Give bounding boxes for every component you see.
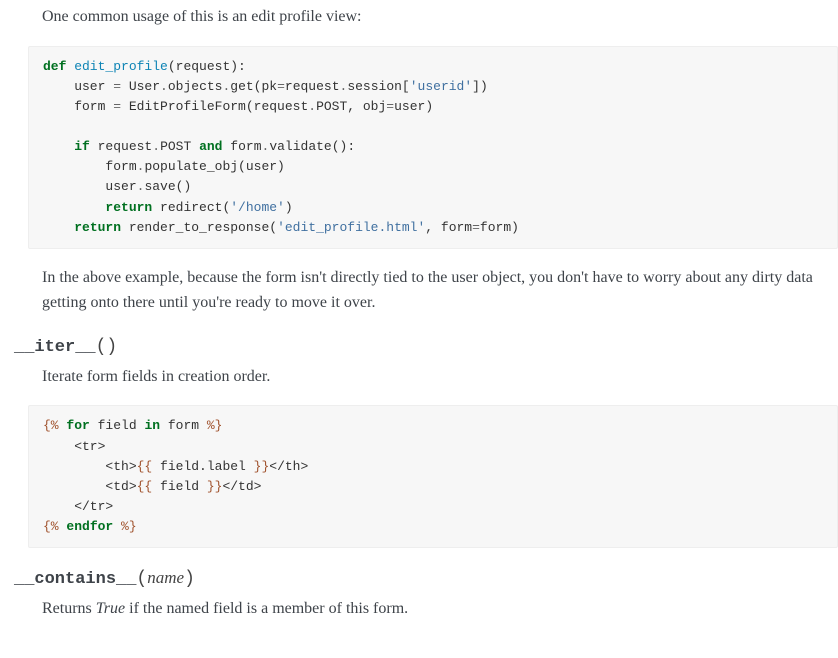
code-text: <th> [43, 459, 137, 474]
code-text: field [90, 418, 145, 433]
kw-in: in [144, 418, 160, 433]
code-text: field [152, 479, 207, 494]
code-text: form) [480, 220, 519, 235]
code-text: , form [425, 220, 472, 235]
desc-text: if the named field is a member of this f… [125, 600, 408, 617]
kw-return: return [105, 200, 152, 215]
code-text: save() [144, 179, 191, 194]
op: . [152, 139, 160, 154]
code-text: field.label [152, 459, 253, 474]
kw-endfor: endfor [59, 519, 114, 534]
op: . [308, 99, 316, 114]
code-text: POST, obj [316, 99, 386, 114]
op: = [113, 79, 121, 94]
code-text: form [222, 139, 261, 154]
code-text: session[ [347, 79, 409, 94]
jinja-delim: }} [207, 479, 223, 494]
op: = [113, 99, 121, 114]
kw-and: and [199, 139, 222, 154]
code-block-jinja-loop: {% for field in form %} <tr> <th>{{ fiel… [28, 405, 838, 548]
method-paren-open: ( [136, 569, 147, 589]
kw-if: if [74, 139, 90, 154]
code-text: request [285, 79, 340, 94]
op: = [472, 220, 480, 235]
code-text: validate(): [269, 139, 355, 154]
contains-description: Returns True if the named field is a mem… [42, 596, 838, 622]
code-text: </th> [269, 459, 308, 474]
code-text: request [90, 139, 152, 154]
intro-paragraph: One common usage of this is an edit prof… [42, 4, 838, 30]
code-text: form [160, 418, 207, 433]
string: 'edit_profile.html' [277, 220, 425, 235]
method-paren-close: ) [184, 569, 195, 589]
code-block-edit-profile: def edit_profile(request): user = User.o… [28, 46, 838, 249]
jinja-delim: {{ [137, 459, 153, 474]
code-text: render_to_response( [121, 220, 277, 235]
code-text: EditProfileForm(request [121, 99, 308, 114]
string: '/home' [230, 200, 285, 215]
kw-def: def [43, 59, 66, 74]
arg: request [176, 59, 231, 74]
code-text: user [43, 79, 113, 94]
method-parens: () [96, 337, 118, 357]
code-text: form [43, 159, 137, 174]
code-text: form [43, 99, 113, 114]
jinja-delim: %} [113, 519, 136, 534]
string: 'userid' [410, 79, 472, 94]
jinja-delim: {% [43, 519, 59, 534]
code-text: ) [285, 200, 293, 215]
kw-for: for [59, 418, 90, 433]
method-signature-iter: __iter__() [14, 332, 838, 362]
jinja-delim: }} [254, 459, 270, 474]
code-text: user) [394, 99, 433, 114]
code-text: ]) [472, 79, 488, 94]
code-text: user [43, 179, 137, 194]
method-name: __iter__ [14, 338, 96, 357]
code-text: </td> [222, 479, 261, 494]
code-text: POST [160, 139, 199, 154]
method-arg: name [147, 568, 184, 587]
paren: ): [230, 59, 246, 74]
code-text: populate_obj(user) [144, 159, 284, 174]
jinja-delim: {% [43, 418, 59, 433]
code-text: get(pk [230, 79, 277, 94]
code-text: User [121, 79, 160, 94]
desc-true: True [96, 600, 125, 617]
code-text: objects [168, 79, 223, 94]
method-signature-contains: __contains__(name) [14, 564, 838, 594]
op: . [160, 79, 168, 94]
code-text: redirect( [152, 200, 230, 215]
code-text: <td> [43, 479, 137, 494]
code-text: <tr> [43, 439, 105, 454]
op: = [277, 79, 285, 94]
jinja-delim: {{ [137, 479, 153, 494]
after-paragraph: In the above example, because the form i… [42, 265, 838, 316]
kw-return: return [74, 220, 121, 235]
desc-text: Returns [42, 600, 96, 617]
jinja-delim: %} [207, 418, 223, 433]
paren: ( [168, 59, 176, 74]
method-name: __contains__ [14, 570, 136, 589]
op: = [386, 99, 394, 114]
iter-description: Iterate form fields in creation order. [42, 364, 838, 390]
code-text: </tr> [43, 499, 113, 514]
fn-name: edit_profile [66, 59, 167, 74]
